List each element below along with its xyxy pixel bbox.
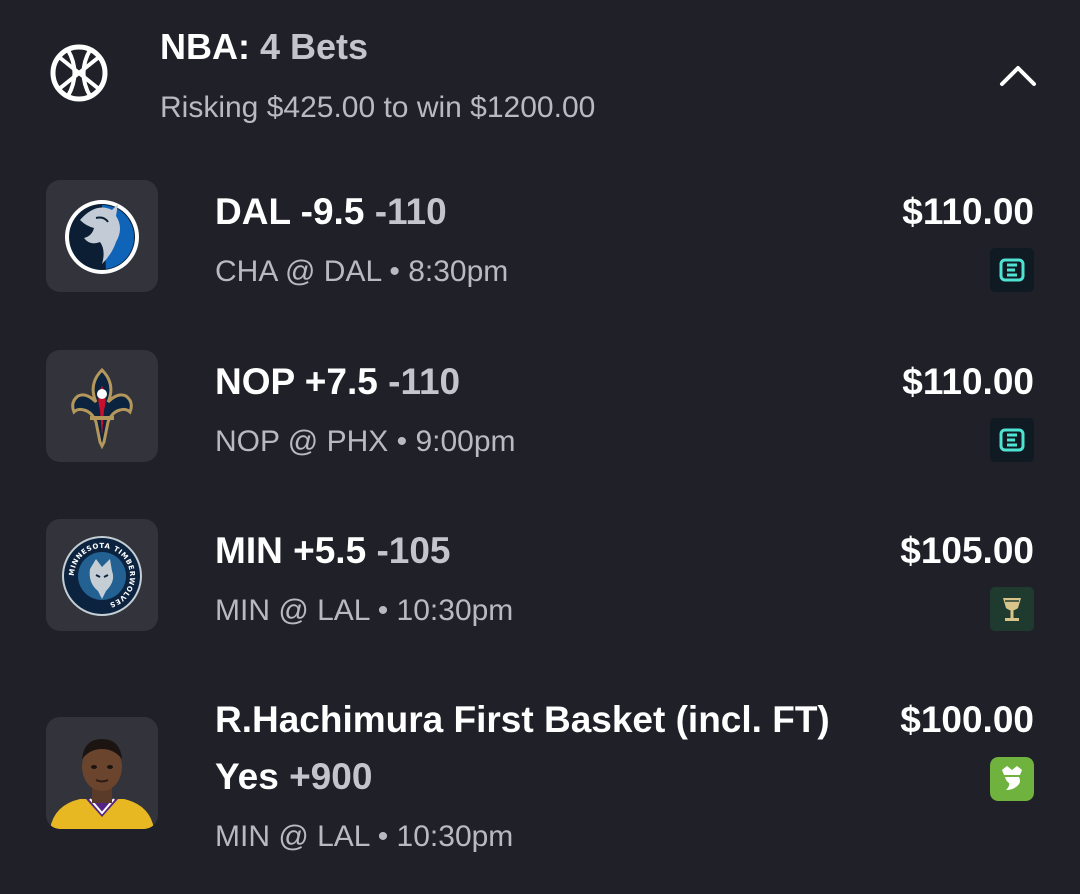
bet-count: 4 Bets — [260, 26, 369, 67]
game-info: CHA @ DAL • 8:30pm — [215, 255, 509, 288]
bet-selection: MIN +5.5 -105 — [215, 529, 451, 573]
prop-title: R.Hachimura First Basket (incl. FT) — [215, 699, 830, 740]
bet-selection: NOP +7.5 -110 — [215, 360, 460, 404]
selection-text: Yes — [215, 756, 279, 797]
basketball-icon — [50, 44, 108, 102]
odds-text: +900 — [289, 756, 373, 797]
team-logo-tile — [46, 180, 158, 292]
espn-bet-icon — [990, 418, 1034, 462]
draftkings-icon — [990, 757, 1034, 801]
bet-selection: Yes +900 — [215, 755, 372, 799]
odds-text: -110 — [374, 191, 447, 232]
player-headshot-tile — [46, 717, 158, 829]
minnesota-timberwolves-logo: MINNESOTA TIMBERWOLVES — [62, 536, 142, 616]
team-logo-tile — [46, 350, 158, 462]
odds-text: -110 — [388, 361, 461, 402]
espn-bet-icon — [990, 248, 1034, 292]
game-info: MIN @ LAL • 10:30pm — [215, 820, 514, 853]
bet-row[interactable]: NOP +7.5 -110 NOP @ PHX • 9:00pm $110.00 — [0, 350, 1080, 490]
selection-text: MIN +5.5 — [215, 530, 367, 571]
game-info: NOP @ PHX • 9:00pm — [215, 425, 516, 458]
dallas-mavericks-logo — [65, 200, 139, 274]
stake-amount: $105.00 — [900, 530, 1034, 571]
team-logo-tile: MINNESOTA TIMBERWOLVES — [46, 519, 158, 631]
league-name: NBA: — [160, 26, 250, 67]
selection-text: DAL -9.5 — [215, 191, 365, 232]
stake-amount: $110.00 — [902, 191, 1034, 232]
bet-row[interactable]: R.Hachimura First Basket (incl. FT) Yes … — [0, 690, 1080, 890]
player-headshot — [50, 739, 154, 829]
chevron-up-icon[interactable] — [990, 52, 1046, 100]
stake-amount: $110.00 — [902, 361, 1034, 402]
odds-text: -105 — [376, 530, 451, 571]
bet-group-card: NBA: 4 Bets Risking $425.00 to win $1200… — [0, 0, 1080, 894]
bet-row[interactable]: DAL -9.5 -110 CHA @ DAL • 8:30pm $110.00 — [0, 180, 1080, 320]
game-info: MIN @ LAL • 10:30pm — [215, 594, 514, 627]
risk-summary: Risking $425.00 to win $1200.00 — [160, 91, 596, 124]
bet-group-title: NBA: 4 Bets — [160, 26, 368, 68]
bet-group-header[interactable]: NBA: 4 Bets Risking $425.00 to win $1200… — [0, 0, 1080, 150]
stake-amount: $100.00 — [900, 699, 1034, 740]
goblet-sportsbook-icon — [990, 587, 1034, 631]
new-orleans-pelicans-logo — [71, 367, 133, 450]
bet-selection: DAL -9.5 -110 — [215, 190, 447, 234]
bet-row[interactable]: MINNESOTA TIMBERWOLVES MIN +5.5 -105 MIN… — [0, 519, 1080, 659]
selection-text: NOP +7.5 — [215, 361, 378, 402]
